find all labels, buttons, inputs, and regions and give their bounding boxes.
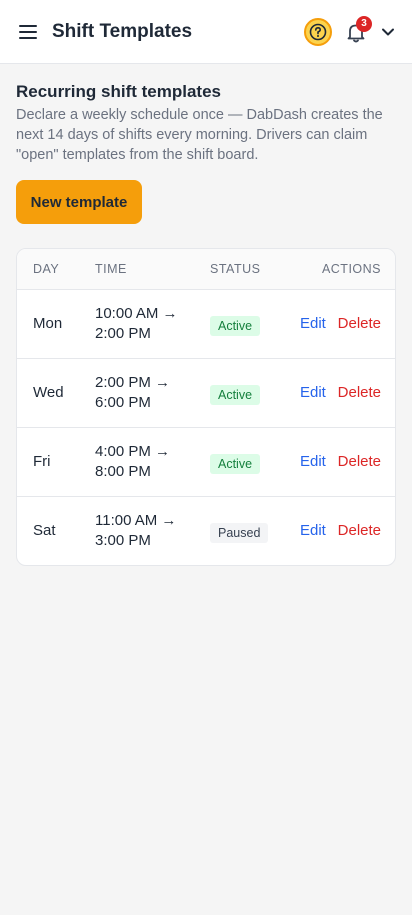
edit-link[interactable]: Edit xyxy=(300,315,326,332)
notification-count-badge: 3 xyxy=(356,16,372,32)
templates-table: DAY TIME STATUS ACTIONS Mon 10:00 AM → 2… xyxy=(16,248,396,566)
row-day: Sat xyxy=(33,522,56,539)
column-header-time: TIME xyxy=(95,262,127,276)
row-time: 10:00 AM → 2:00 PM xyxy=(95,304,195,344)
row-day: Mon xyxy=(33,315,63,332)
new-template-button[interactable]: New template xyxy=(16,180,142,224)
section-heading: Recurring shift templates xyxy=(16,82,221,101)
edit-link[interactable]: Edit xyxy=(300,453,326,470)
status-badge: Active xyxy=(210,316,261,336)
status-badge: Paused xyxy=(210,523,269,543)
row-time-start: 11:00 AM → xyxy=(95,512,177,529)
hamburger-menu-icon[interactable] xyxy=(16,20,40,44)
edit-link[interactable]: Edit xyxy=(300,522,326,539)
edit-link[interactable]: Edit xyxy=(300,384,326,401)
top-app-bar: Shift Templates 3 xyxy=(0,0,412,64)
row-time-start: 4:00 PM → xyxy=(95,443,171,460)
row-day: Fri xyxy=(33,453,51,470)
delete-link[interactable]: Delete xyxy=(338,522,381,539)
column-header-day: DAY xyxy=(33,262,60,276)
table-row: Fri 4:00 PM → 8:00 PM Active Edit Delete xyxy=(17,428,395,497)
row-time: 2:00 PM → 6:00 PM xyxy=(95,373,195,413)
row-day: Wed xyxy=(33,384,64,401)
row-time-end: 2:00 PM xyxy=(95,325,151,342)
table-row: Wed 2:00 PM → 6:00 PM Active Edit Delete xyxy=(17,359,395,428)
column-header-status: STATUS xyxy=(210,262,261,276)
delete-link[interactable]: Delete xyxy=(338,384,381,401)
help-icon[interactable] xyxy=(304,18,332,46)
row-time-end: 3:00 PM xyxy=(95,532,151,549)
row-time-end: 8:00 PM xyxy=(95,463,151,480)
page-title: Shift Templates xyxy=(52,21,193,42)
row-time: 11:00 AM → 3:00 PM xyxy=(95,511,195,551)
table-row: Mon 10:00 AM → 2:00 PM Active Edit Delet… xyxy=(17,290,395,359)
column-header-actions: ACTIONS xyxy=(321,262,381,276)
table-row: Sat 11:00 AM → 3:00 PM Paused Edit Delet… xyxy=(17,497,395,565)
row-time: 4:00 PM → 8:00 PM xyxy=(95,442,195,482)
section-description: Declare a weekly schedule once — DabDash… xyxy=(16,107,383,163)
status-badge: Active xyxy=(210,454,261,474)
status-badge: Active xyxy=(210,385,261,405)
row-time-end: 6:00 PM xyxy=(95,394,151,411)
delete-link[interactable]: Delete xyxy=(338,315,381,332)
chevron-down-icon[interactable] xyxy=(378,22,398,42)
delete-link[interactable]: Delete xyxy=(338,453,381,470)
row-time-start: 10:00 AM → xyxy=(95,305,178,322)
row-time-start: 2:00 PM → xyxy=(95,374,171,391)
table-header: DAY TIME STATUS ACTIONS xyxy=(17,249,395,290)
